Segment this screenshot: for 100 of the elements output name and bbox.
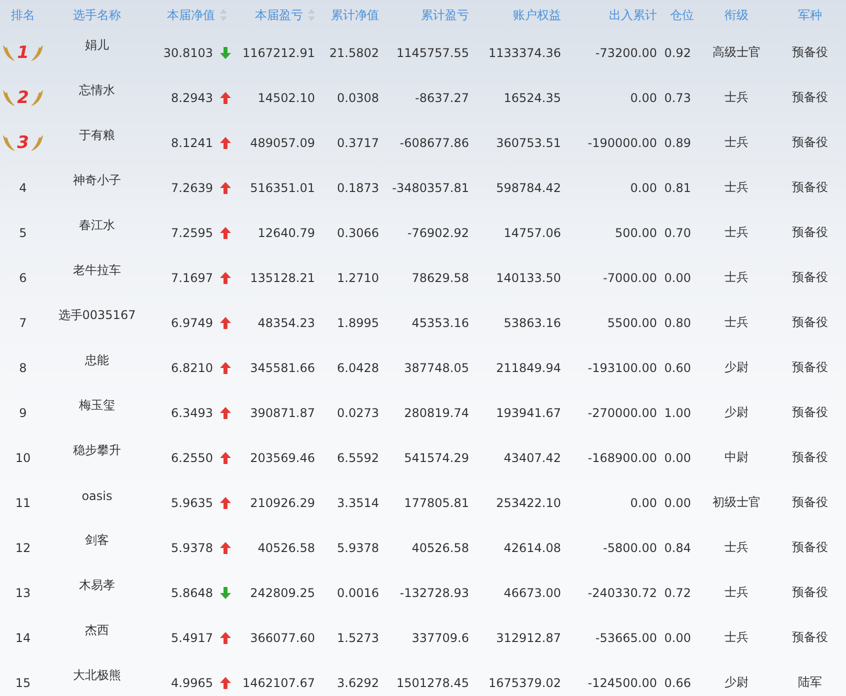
grade-cell: 高级士官 [712,44,760,61]
nav-cell: 5.8648 [171,586,213,600]
flow-cell: -190000.00 [588,136,657,150]
player-name[interactable]: 忠能 [85,352,109,369]
player-name[interactable]: 稳步攀升 [73,442,121,459]
branch-cell: 预备役 [792,629,828,646]
rank-number: 4 [19,180,27,194]
equity-cell: 211849.94 [496,360,561,374]
equity-cell: 46673.00 [504,586,561,600]
pnl-cell: 210926.29 [250,496,315,510]
cum-nav-cell: 0.0308 [337,90,379,104]
cum-pnl-cell: -76902.92 [407,226,469,240]
position-cell: 0.00 [664,630,691,644]
branch-cell: 预备役 [792,314,828,331]
flow-cell: 500.00 [615,226,657,240]
cum-nav-cell: 6.0428 [337,360,379,374]
column-header: 账户权益 [513,6,561,24]
branch-cell: 预备役 [792,44,828,61]
sort-icon[interactable] [308,9,315,21]
nav-cell: 6.8210 [171,360,213,374]
player-name[interactable]: oasis [82,488,112,502]
cum-nav-cell: 1.5273 [337,630,379,644]
player-name[interactable]: 杰西 [85,622,109,639]
player-name[interactable]: 春江水 [79,217,115,234]
cum-pnl-cell: 337709.6 [412,630,469,644]
player-name[interactable]: 梅玉玺 [79,397,115,414]
column-header: 累计净值 [331,6,379,24]
player-name[interactable]: 剑客 [85,532,109,549]
cum-nav-cell: 0.3066 [337,226,379,240]
rank-number: 15 [15,676,31,690]
player-name[interactable]: 木易孝 [79,577,115,594]
nav-cell: 5.9635 [171,496,213,510]
flow-cell: 5500.00 [607,316,657,330]
flow-cell: -193100.00 [588,360,657,374]
pnl-cell: 1167212.91 [242,46,315,60]
player-name[interactable]: 忘情水 [79,82,115,99]
equity-cell: 16524.35 [504,90,561,104]
branch-cell: 预备役 [792,449,828,466]
equity-cell: 360753.51 [496,136,561,150]
player-name[interactable]: 选手0035167 [58,307,136,324]
laurel-rank-badge: 3 [2,132,44,152]
nav-cell: 7.2639 [171,180,213,194]
position-cell: 0.80 [664,316,691,330]
player-name[interactable]: 神奇小子 [73,172,121,189]
rank-number: 13 [15,586,31,600]
cum-nav-cell: 3.6292 [337,676,379,690]
position-cell: 0.89 [664,136,691,150]
column-header: 军种 [798,6,822,24]
position-cell: 0.81 [664,180,691,194]
nav-cell: 7.2595 [171,226,213,240]
grade-cell: 少尉 [724,674,748,691]
branch-cell: 预备役 [792,404,828,421]
column-header: 累计盈亏 [421,6,469,24]
cum-nav-cell: 6.5592 [337,450,379,464]
player-name[interactable]: 大北极熊 [73,667,121,684]
nav-cell: 6.3493 [171,406,213,420]
equity-cell: 43407.42 [504,450,561,464]
nav-cell: 5.4917 [171,630,213,644]
cum-pnl-cell: -132728.93 [400,586,469,600]
branch-cell: 预备役 [792,539,828,556]
sort-icon[interactable] [220,9,227,21]
cum-pnl-cell: 45353.16 [412,316,469,330]
grade-cell: 士兵 [724,89,748,106]
pnl-cell: 12640.79 [258,226,315,240]
position-cell: 0.92 [664,46,691,60]
nav-cell: 4.9965 [171,676,213,690]
player-name[interactable]: 于有粮 [79,127,115,144]
grade-cell: 士兵 [724,539,748,556]
cum-nav-cell: 0.0016 [337,586,379,600]
branch-cell: 预备役 [792,584,828,601]
laurel-rank-badge: 1 [2,42,44,62]
rank-number: 11 [15,496,31,510]
player-name[interactable]: 娟儿 [85,37,109,54]
nav-cell: 7.1697 [171,270,213,284]
equity-cell: 253422.10 [496,496,561,510]
flow-cell: -73200.00 [595,46,657,60]
branch-cell: 预备役 [792,89,828,106]
position-cell: 1.00 [664,406,691,420]
pnl-cell: 135128.21 [250,270,315,284]
flow-cell: 0.00 [630,90,657,104]
column-header: 排名 [11,6,35,24]
equity-cell: 140133.50 [496,270,561,284]
cum-nav-cell: 1.8995 [337,316,379,330]
grade-cell: 少尉 [724,359,748,376]
equity-cell: 14757.06 [504,226,561,240]
position-cell: 0.84 [664,540,691,554]
player-name[interactable]: 老牛拉车 [73,262,121,279]
pnl-cell: 1462107.67 [242,676,315,690]
rank-number: 5 [19,226,27,240]
position-cell: 0.73 [664,90,691,104]
rank-number: 6 [19,270,27,284]
grade-cell: 士兵 [724,314,748,331]
grade-cell: 少尉 [724,404,748,421]
pnl-cell: 345581.66 [250,360,315,374]
nav-cell: 8.1241 [171,136,213,150]
grade-cell: 士兵 [724,269,748,286]
column-header: 仓位 [670,6,694,24]
branch-cell: 预备役 [792,134,828,151]
cum-pnl-cell: 387748.05 [404,360,469,374]
grade-cell: 中尉 [724,449,748,466]
